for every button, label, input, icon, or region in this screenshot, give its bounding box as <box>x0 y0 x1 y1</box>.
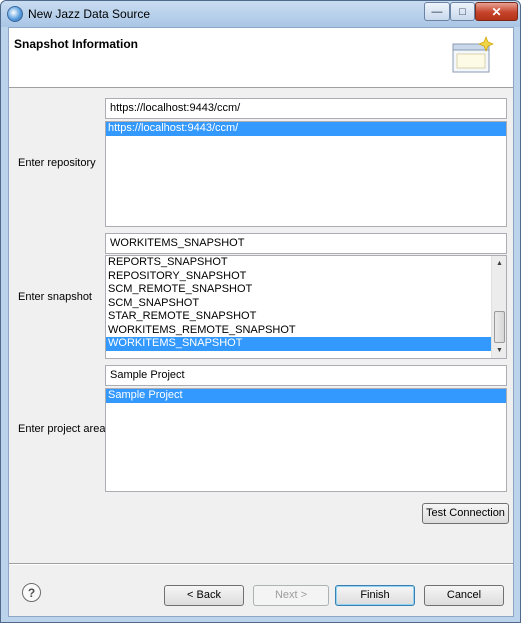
window-title: New Jazz Data Source <box>28 7 151 21</box>
snapshot-input[interactable]: WORKITEMS_SNAPSHOT <box>105 233 507 254</box>
dialog-body: Snapshot Information Enter repository ht… <box>8 27 514 617</box>
minimize-button[interactable]: — <box>424 2 450 21</box>
wizard-header: Snapshot Information <box>9 28 513 88</box>
snapshot-label: Enter snapshot <box>18 291 92 303</box>
list-item[interactable]: SCM_REMOTE_SNAPSHOT <box>106 283 491 297</box>
snapshot-list-scrollbar[interactable]: ▲ ▼ <box>491 256 506 358</box>
page-title: Snapshot Information <box>14 37 138 51</box>
cancel-button[interactable]: Cancel <box>424 585 504 606</box>
title-bar[interactable]: New Jazz Data Source — □ ✕ <box>1 1 520 27</box>
list-item[interactable]: https://localhost:9443/ccm/ <box>106 122 506 136</box>
finish-button[interactable]: Finish <box>335 585 415 606</box>
list-item[interactable]: Sample Project <box>106 389 506 403</box>
snapshot-list[interactable]: REPORTS_SNAPSHOT REPOSITORY_SNAPSHOT SCM_R… <box>105 255 507 359</box>
list-item[interactable]: WORKITEMS_REMOTE_SNAPSHOT <box>106 324 491 338</box>
list-item[interactable]: REPORTS_SNAPSHOT <box>106 256 491 270</box>
footer-separator <box>9 563 513 565</box>
wizard-banner-icon <box>452 36 494 73</box>
scroll-up-arrow-icon[interactable]: ▲ <box>492 256 506 271</box>
maximize-button[interactable]: □ <box>450 2 475 21</box>
repository-list[interactable]: https://localhost:9443/ccm/ <box>105 121 507 227</box>
project-area-label: Enter project area <box>18 423 106 435</box>
list-item[interactable]: STAR_REMOTE_SNAPSHOT <box>106 310 491 324</box>
scroll-down-arrow-icon[interactable]: ▼ <box>492 343 506 358</box>
list-item[interactable]: WORKITEMS_SNAPSHOT <box>106 337 491 351</box>
list-item[interactable]: REPOSITORY_SNAPSHOT <box>106 270 491 284</box>
next-button: Next > <box>253 585 329 606</box>
scroll-thumb[interactable] <box>494 311 505 343</box>
app-globe-icon <box>7 6 23 22</box>
test-connection-button[interactable]: Test Connection <box>422 503 509 524</box>
help-icon[interactable]: ? <box>22 583 41 602</box>
dialog-window: New Jazz Data Source — □ ✕ Snapshot Info… <box>0 0 521 623</box>
close-button[interactable]: ✕ <box>475 2 518 21</box>
back-button[interactable]: < Back <box>164 585 244 606</box>
repository-input[interactable]: https://localhost:9443/ccm/ <box>105 98 507 119</box>
project-area-list[interactable]: Sample Project <box>105 388 507 492</box>
project-area-input[interactable]: Sample Project <box>105 365 507 386</box>
list-item[interactable]: SCM_SNAPSHOT <box>106 297 491 311</box>
repository-label: Enter repository <box>18 157 96 169</box>
